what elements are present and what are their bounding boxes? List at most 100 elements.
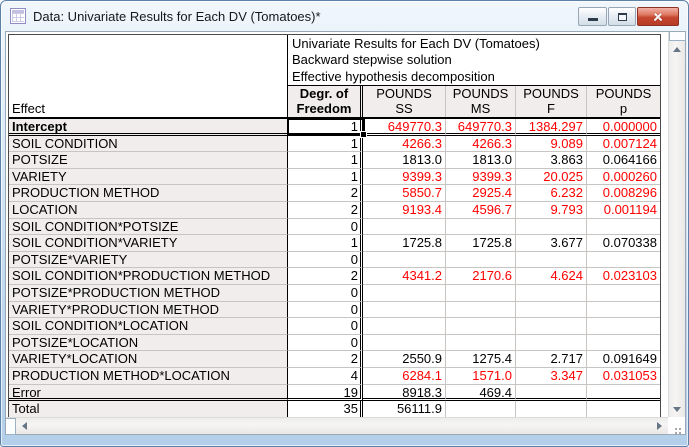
scroll-right-button[interactable] <box>651 418 668 434</box>
df-cell[interactable]: 35 <box>288 401 363 418</box>
scroll-up-button[interactable] <box>669 41 686 57</box>
df-cell[interactable]: 2 <box>288 268 363 285</box>
effect-cell[interactable]: VARIETY <box>9 168 288 186</box>
ms-cell[interactable]: 9399.3 <box>446 168 516 186</box>
ms-cell[interactable]: 1813.0 <box>446 152 516 169</box>
p-cell[interactable]: 0.000260 <box>587 169 660 186</box>
p-cell[interactable]: 0.008296 <box>587 185 660 202</box>
ss-cell[interactable]: 5850.7 <box>363 185 446 202</box>
ss-cell[interactable]: 56111.9 <box>363 401 446 418</box>
effect-cell[interactable]: POTSIZE*LOCATION <box>9 334 288 352</box>
df-cell[interactable]: 0 <box>288 218 363 236</box>
effect-cell[interactable]: SOIL CONDITION <box>9 135 288 153</box>
f-cell[interactable] <box>516 301 587 319</box>
p-cell[interactable]: 0.064166 <box>587 152 660 169</box>
effect-cell[interactable]: Error <box>9 384 288 402</box>
ms-cell[interactable]: 2170.6 <box>446 268 516 285</box>
df-cell[interactable]: 0 <box>288 318 363 335</box>
ss-cell[interactable]: 1725.8 <box>363 235 446 252</box>
horizontal-split-box[interactable] <box>6 417 16 435</box>
f-cell[interactable]: 9.089 <box>516 135 587 153</box>
df-cell[interactable]: 4 <box>288 367 363 385</box>
ss-cell[interactable] <box>363 218 446 236</box>
p-cell[interactable] <box>587 285 660 302</box>
f-cell[interactable]: 3.677 <box>516 235 587 252</box>
column-header-pounds-ms[interactable]: POUNDS MS <box>446 86 516 117</box>
ss-cell[interactable]: 9193.4 <box>363 201 446 219</box>
p-cell[interactable]: 0.023103 <box>587 268 660 285</box>
df-cell[interactable]: 2 <box>288 185 363 202</box>
ss-cell[interactable]: 2550.9 <box>363 351 446 368</box>
p-cell[interactable]: 0.000000 <box>587 119 660 136</box>
effect-cell[interactable]: VARIETY*PRODUCTION METHOD <box>9 301 288 319</box>
ss-cell[interactable]: 8918.3 <box>363 384 446 402</box>
p-cell[interactable] <box>587 318 660 335</box>
column-header-pounds-f[interactable]: POUNDS F <box>516 86 587 117</box>
ss-cell[interactable]: 4341.2 <box>363 268 446 285</box>
ms-cell[interactable]: 469.4 <box>446 384 516 402</box>
ms-cell[interactable] <box>446 251 516 269</box>
minimize-button[interactable] <box>578 7 607 26</box>
ss-cell[interactable] <box>363 318 446 335</box>
ms-cell[interactable] <box>446 318 516 335</box>
effect-cell[interactable]: POTSIZE*VARIETY <box>9 251 288 269</box>
resize-grip[interactable] <box>668 417 684 433</box>
f-cell[interactable] <box>516 401 587 418</box>
p-cell[interactable] <box>587 335 660 352</box>
ms-cell[interactable]: 2925.4 <box>446 185 516 202</box>
close-button[interactable] <box>637 7 679 26</box>
vertical-scrollbar[interactable] <box>668 32 686 417</box>
df-cell[interactable]: 19 <box>288 384 363 402</box>
f-cell[interactable]: 6.232 <box>516 185 587 202</box>
effect-cell[interactable]: Intercept <box>9 119 288 136</box>
f-cell[interactable]: 3.863 <box>516 152 587 169</box>
effect-cell[interactable]: SOIL CONDITION*POTSIZE <box>9 218 288 236</box>
p-cell[interactable] <box>587 401 660 418</box>
ms-cell[interactable]: 4596.7 <box>446 201 516 219</box>
df-cell[interactable]: 2 <box>288 201 363 219</box>
p-cell[interactable] <box>587 302 660 319</box>
df-cell[interactable]: 2 <box>288 351 363 368</box>
effect-cell[interactable]: VARIETY*LOCATION <box>9 351 288 368</box>
df-cell[interactable]: 0 <box>288 251 363 269</box>
f-cell[interactable] <box>516 251 587 269</box>
ms-cell[interactable]: 1571.0 <box>446 367 516 385</box>
effect-cell[interactable]: SOIL CONDITION*LOCATION <box>9 318 288 335</box>
f-cell[interactable] <box>516 318 587 335</box>
ms-cell[interactable]: 1275.4 <box>446 351 516 368</box>
ms-cell[interactable] <box>446 334 516 352</box>
ss-cell[interactable]: 649770.3 <box>363 119 446 136</box>
f-cell[interactable]: 4.624 <box>516 268 587 285</box>
f-cell[interactable] <box>516 334 587 352</box>
p-cell[interactable]: 0.007124 <box>587 136 660 153</box>
ms-cell[interactable] <box>446 301 516 319</box>
effect-cell[interactable]: SOIL CONDITION*PRODUCTION METHOD <box>9 268 288 285</box>
ss-cell[interactable] <box>363 284 446 302</box>
f-cell[interactable]: 3.347 <box>516 367 587 385</box>
f-cell[interactable]: 9.793 <box>516 201 587 219</box>
ss-cell[interactable]: 1813.0 <box>363 152 446 169</box>
f-cell[interactable]: 1384.297 <box>516 119 587 136</box>
scroll-down-button[interactable] <box>669 401 686 417</box>
effect-column-header[interactable]: Effect <box>9 35 288 117</box>
p-cell[interactable]: 0.031053 <box>587 368 660 385</box>
effect-cell[interactable]: SOIL CONDITION*VARIETY <box>9 235 288 252</box>
ss-cell[interactable] <box>363 251 446 269</box>
restore-button[interactable] <box>608 7 636 26</box>
f-cell[interactable] <box>516 284 587 302</box>
ss-cell[interactable]: 4266.3 <box>363 135 446 153</box>
effect-cell[interactable]: Total <box>9 401 288 418</box>
effect-cell[interactable]: PRODUCTION METHOD*LOCATION <box>9 367 288 385</box>
effect-cell[interactable]: PRODUCTION METHOD <box>9 185 288 202</box>
p-cell[interactable]: 0.091649 <box>587 351 660 368</box>
titlebar[interactable]: Data: Univariate Results for Each DV (To… <box>1 1 688 31</box>
df-cell[interactable]: 1 <box>288 235 363 252</box>
f-cell[interactable] <box>516 384 587 402</box>
effect-cell[interactable]: POTSIZE <box>9 152 288 169</box>
ss-cell[interactable] <box>363 334 446 352</box>
f-cell[interactable]: 2.717 <box>516 351 587 368</box>
df-cell[interactable]: 1 <box>288 168 363 186</box>
p-cell[interactable] <box>587 385 660 402</box>
df-cell[interactable]: 1 <box>288 135 363 153</box>
p-cell[interactable] <box>587 252 660 269</box>
